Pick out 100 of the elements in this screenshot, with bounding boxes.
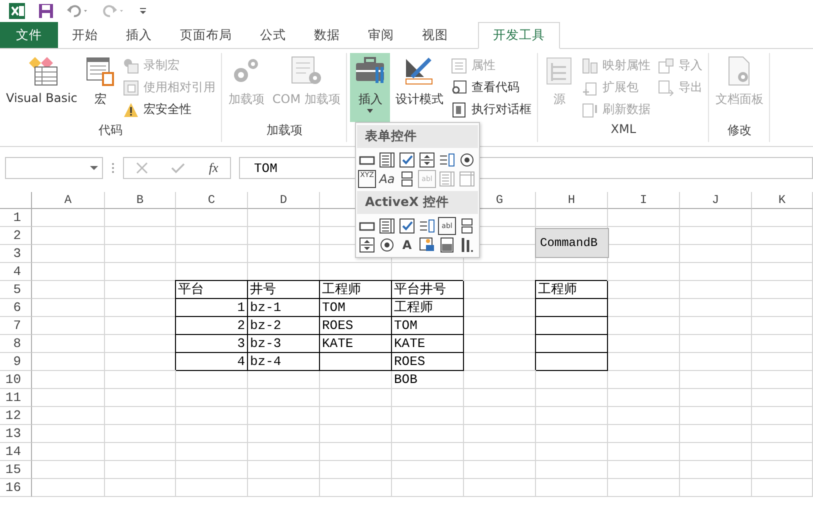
table-cell: ROES: [320, 317, 392, 335]
row-header[interactable]: 8: [0, 335, 32, 353]
ribbon-button[interactable]: Visual Basic: [3, 53, 80, 122]
customize-icon[interactable]: [138, 6, 148, 16]
warning-icon: [123, 102, 140, 118]
radio-control-icon[interactable]: [378, 236, 396, 254]
checkbox-control-icon[interactable]: [398, 151, 416, 169]
table-cell: [248, 407, 320, 425]
table-cell: KATE: [320, 335, 392, 353]
table-cell: [608, 317, 680, 335]
caret-icon: [90, 165, 98, 171]
column-header[interactable]: C: [176, 192, 248, 209]
table-cell: [536, 209, 608, 227]
row-header[interactable]: 5: [0, 281, 32, 299]
column-header[interactable]: A: [32, 192, 105, 209]
record-icon: [123, 58, 140, 74]
checkbox-control-icon[interactable]: [398, 217, 416, 235]
command-label: 扩展包: [602, 79, 638, 96]
row-header[interactable]: 4: [0, 263, 32, 281]
table-cell: [248, 479, 320, 497]
table-cell: [176, 425, 248, 443]
table-cell: [680, 407, 752, 425]
combo-control-icon[interactable]: [378, 151, 396, 169]
command-label: 录制宏: [143, 57, 180, 74]
ribbon-command[interactable]: 宏安全性: [123, 101, 216, 118]
table-cell: [464, 479, 536, 497]
table-cell: 2: [176, 317, 248, 335]
row-header[interactable]: 11: [0, 389, 32, 407]
table-cell: [105, 407, 176, 425]
row-header[interactable]: 6: [0, 299, 32, 317]
table-cell: [536, 371, 608, 389]
table-cell: bz-3: [248, 335, 320, 353]
command-label: 导入: [678, 57, 702, 74]
ribbon-button[interactable]: 插入: [350, 53, 390, 122]
row-header[interactable]: 1: [0, 209, 32, 227]
undo-icon[interactable]: [66, 4, 90, 18]
button-label: 设计模式: [395, 91, 444, 108]
check-icon[interactable]: [171, 162, 186, 174]
row-header[interactable]: 15: [0, 461, 32, 479]
table-cell: 4: [176, 353, 248, 371]
table-cell: [608, 353, 680, 371]
ribbon-button[interactable]: 设计模式: [392, 53, 446, 122]
row-header[interactable]: 9: [0, 353, 32, 371]
listbox-control-icon[interactable]: [438, 151, 456, 169]
ribbon-command[interactable]: 查看代码: [451, 79, 532, 96]
command-button[interactable]: CommandB: [535, 228, 609, 258]
insert-function-button[interactable]: fx: [208, 160, 218, 176]
table-cell: [392, 461, 464, 479]
row-header[interactable]: 10: [0, 371, 32, 389]
table-cell: [680, 479, 752, 497]
table-cell: [608, 461, 680, 479]
table-cell: [392, 425, 464, 443]
toggle-control-icon[interactable]: [438, 236, 456, 254]
row-header[interactable]: 16: [0, 479, 32, 497]
table-cell: [105, 461, 176, 479]
listbox-control-icon[interactable]: [418, 217, 436, 235]
row-header[interactable]: 3: [0, 245, 32, 263]
row-header[interactable]: 14: [0, 443, 32, 461]
spin-control-icon[interactable]: [358, 236, 376, 254]
table-cell: [752, 443, 813, 461]
column-header[interactable]: I: [608, 192, 680, 209]
table-cell: [752, 335, 813, 353]
table-cell: [680, 245, 752, 263]
table-cell: [536, 407, 608, 425]
table-cell: [536, 443, 608, 461]
table-cell: [752, 479, 813, 497]
table-cell: [464, 407, 536, 425]
ribbon-tab[interactable]: 开发工具: [478, 22, 560, 49]
button-label: 源: [553, 91, 566, 108]
column-header[interactable]: K: [752, 192, 813, 209]
image-control-icon[interactable]: [418, 236, 436, 254]
ribbon-command[interactable]: 执行对话框: [451, 101, 532, 118]
radio-control-icon[interactable]: [458, 151, 476, 169]
table-cell: [105, 371, 176, 389]
table-cell: [536, 479, 608, 497]
column-header[interactable]: J: [680, 192, 752, 209]
ribbon-button[interactable]: 宏: [82, 53, 118, 122]
table-cell: [752, 263, 813, 281]
column-header[interactable]: H: [536, 192, 608, 209]
label-control-icon[interactable]: A: [398, 236, 416, 254]
row-header[interactable]: 2: [0, 227, 32, 245]
table-cell: [608, 371, 680, 389]
grid-icon: [123, 80, 140, 96]
row-header[interactable]: 7: [0, 317, 32, 335]
table-cell: [105, 443, 176, 461]
column-header[interactable]: B: [105, 192, 176, 209]
refresh-icon: [582, 102, 598, 118]
ribbon-tab[interactable]: 文件: [0, 22, 58, 48]
dialog-icon: [451, 102, 468, 118]
spin-control-icon[interactable]: [418, 151, 436, 169]
row-header[interactable]: 12: [0, 407, 32, 425]
table-cell: [680, 209, 752, 227]
save-icon[interactable]: [38, 3, 54, 19]
table-cell: 3: [176, 335, 248, 353]
column-header[interactable]: D: [248, 192, 320, 209]
command-label: 刷新数据: [602, 101, 650, 118]
row-header[interactable]: 13: [0, 425, 32, 443]
table-cell: [608, 425, 680, 443]
combo-control-icon[interactable]: [378, 217, 396, 235]
table-cell: [105, 263, 176, 281]
